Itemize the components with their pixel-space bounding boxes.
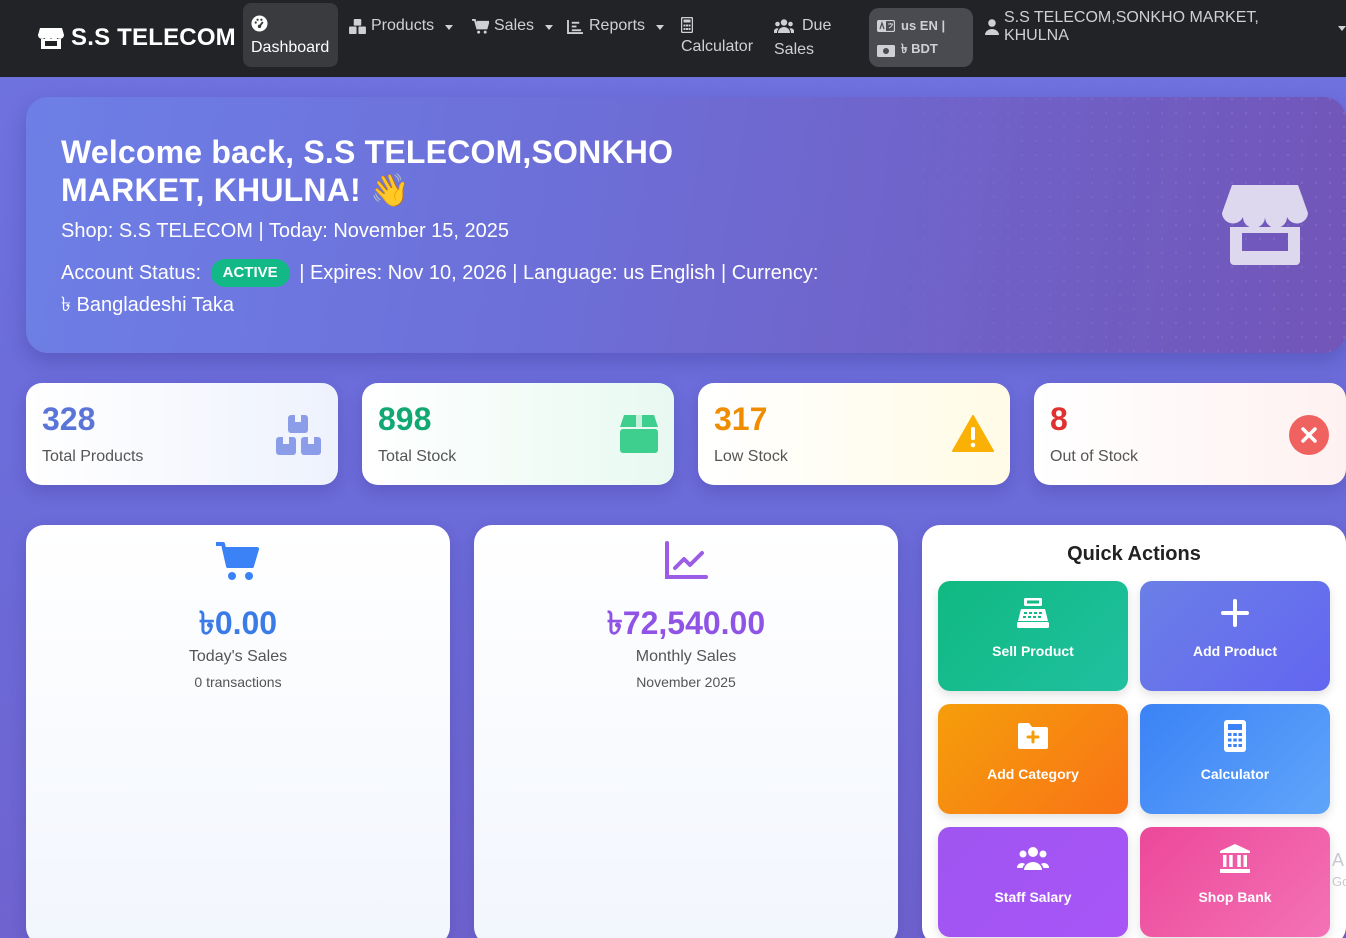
store-icon xyxy=(1222,185,1308,265)
todays-sales-amount: ৳0.00 xyxy=(198,605,278,641)
monthly-sales-label: Monthly Sales xyxy=(635,648,737,665)
stat-label: Total Products xyxy=(42,448,144,465)
bank-icon xyxy=(1220,844,1250,873)
edge-text-a: A xyxy=(1332,850,1345,870)
cart-icon xyxy=(216,542,259,580)
calculator-button[interactable]: Calculator xyxy=(1140,704,1330,814)
language-label: us EN | xyxy=(901,18,946,33)
nav-reports-label: Reports xyxy=(589,17,646,34)
stat-card-out-of-stock: 8 Out of Stock xyxy=(1034,383,1346,485)
quick-actions-title: Quick Actions xyxy=(1067,543,1201,565)
stat-value: 317 xyxy=(714,401,768,437)
users-icon xyxy=(774,19,794,33)
stat-label: Low Stock xyxy=(714,448,788,465)
plus-icon xyxy=(1221,599,1249,627)
chevron-down-icon xyxy=(656,24,665,30)
calculator-label: Calculator xyxy=(1200,766,1270,782)
close-circle-icon xyxy=(1289,415,1329,455)
nav-dashboard-label: Dashboard xyxy=(251,39,330,56)
nav-products[interactable]: Products xyxy=(349,14,454,38)
staff-salary-button[interactable]: Staff Salary xyxy=(938,827,1128,937)
cash-register-icon xyxy=(1017,598,1049,628)
nav-due-label-1: Due xyxy=(802,17,832,34)
welcome-heading: Welcome back, S.S TELECOM,SONKHO MARKET,… xyxy=(61,134,674,208)
folder-plus-icon xyxy=(1018,723,1048,749)
warning-icon xyxy=(952,415,994,452)
stat-card-total-products: 328 Total Products xyxy=(26,383,338,485)
line-chart-icon xyxy=(665,541,708,579)
stat-value: 328 xyxy=(42,401,96,437)
staff-salary-label: Staff Salary xyxy=(994,889,1072,905)
stat-card-total-stock: 898 Total Stock xyxy=(362,383,674,485)
cart-icon xyxy=(472,18,489,34)
monthly-sales-card: ৳72,540.00 Monthly Sales November 2025 xyxy=(474,525,898,938)
add-category-button[interactable]: Add Category xyxy=(938,704,1128,814)
gauge-icon xyxy=(251,15,268,32)
store-icon xyxy=(38,28,64,49)
top-navbar: S.S TELECOM Dashboard Products Sales Rep… xyxy=(0,0,1346,77)
status-badge: ACTIVE xyxy=(210,259,290,287)
brand-link[interactable]: S.S TELECOM xyxy=(38,24,236,52)
add-category-label: Add Category xyxy=(987,766,1079,782)
nav-products-label: Products xyxy=(371,17,435,34)
todays-transactions: 0 transactions xyxy=(194,674,282,690)
money-bill-icon xyxy=(877,44,895,57)
add-product-label: Add Product xyxy=(1193,643,1277,659)
account-status-line: Account Status: ACTIVE | Expires: Nov 10… xyxy=(61,257,821,321)
shop-date-line: Shop: S.S TELECOM | Today: November 15, … xyxy=(61,220,510,242)
stat-value: 898 xyxy=(378,401,432,437)
calculator-icon xyxy=(681,17,693,33)
language-currency-switcher[interactable]: us EN | ৳ BDT xyxy=(869,8,973,67)
stat-label: Total Stock xyxy=(378,448,457,465)
quick-actions-panel: Quick Actions Sell Product Add Product A… xyxy=(922,525,1346,938)
nav-dashboard[interactable]: Dashboard xyxy=(243,3,338,67)
brand-name: S.S TELECOM xyxy=(71,24,236,51)
edge-text-b: Go xyxy=(1332,874,1346,889)
nav-reports[interactable]: Reports xyxy=(567,14,665,38)
nav-sales[interactable]: Sales xyxy=(472,14,554,38)
stat-card-low-stock: 317 Low Stock xyxy=(698,383,1010,485)
sell-product-button[interactable]: Sell Product xyxy=(938,581,1128,691)
nav-due-sales[interactable]: Due Sales xyxy=(774,14,831,62)
nav-calculator[interactable]: Calculator xyxy=(681,14,753,59)
box-icon xyxy=(620,415,658,453)
user-icon xyxy=(985,19,999,35)
bar-chart-icon xyxy=(567,19,583,34)
user-menu[interactable]: S.S TELECOM,SONKHO MARKET, KHULNA xyxy=(985,9,1346,44)
monthly-sales-period: November 2025 xyxy=(636,674,736,690)
boxes-icon xyxy=(276,415,321,455)
add-product-button[interactable]: Add Product xyxy=(1140,581,1330,691)
account-status-label: Account Status: xyxy=(61,262,202,284)
todays-sales-label: Today's Sales xyxy=(188,648,288,665)
currency-label: ৳ BDT xyxy=(901,41,938,56)
todays-sales-card: ৳0.00 Today's Sales 0 transactions xyxy=(26,525,450,938)
stat-label: Out of Stock xyxy=(1050,448,1139,465)
chevron-down-icon xyxy=(445,24,454,30)
shop-bank-button[interactable]: Shop Bank xyxy=(1140,827,1330,937)
sell-product-label: Sell Product xyxy=(992,643,1074,659)
chevron-down-icon xyxy=(1338,25,1346,31)
language-icon xyxy=(877,19,895,32)
stat-value: 8 xyxy=(1050,401,1068,437)
calculator-icon xyxy=(1224,720,1246,752)
shop-bank-label: Shop Bank xyxy=(1198,889,1272,905)
nav-calculator-label: Calculator xyxy=(681,38,754,55)
nav-sales-label: Sales xyxy=(494,17,535,34)
monthly-sales-amount: ৳72,540.00 xyxy=(606,605,766,641)
user-name: S.S TELECOM,SONKHO MARKET, KHULNA xyxy=(1003,9,1259,44)
nav-due-label-2: Sales xyxy=(774,41,815,58)
chevron-down-icon xyxy=(545,24,554,30)
users-icon xyxy=(1017,847,1049,870)
welcome-banner: Welcome back, S.S TELECOM,SONKHO MARKET,… xyxy=(26,97,1346,353)
boxes-icon xyxy=(349,18,366,34)
